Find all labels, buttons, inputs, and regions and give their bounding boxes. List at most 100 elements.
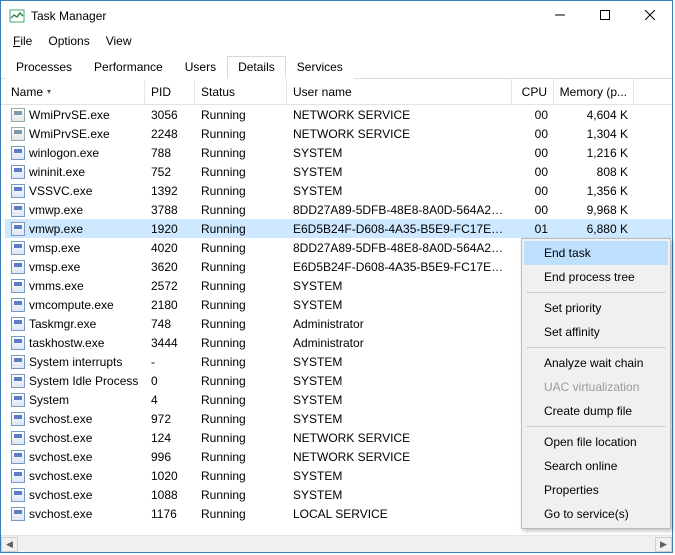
cell-pid: - [145, 355, 195, 369]
menu-file[interactable]: File [5, 32, 40, 50]
ctx-open-file-location[interactable]: Open file location [524, 430, 668, 454]
cell-memory: 1,216 K [554, 146, 634, 160]
tab-services[interactable]: Services [286, 56, 354, 79]
process-icon [11, 241, 25, 255]
ctx-end-task[interactable]: End task [524, 241, 668, 265]
process-name-label: svchost.exe [29, 450, 92, 464]
ctx-search-online[interactable]: Search online [524, 454, 668, 478]
cell-user: SYSTEM [287, 165, 512, 179]
cell-user: SYSTEM [287, 374, 512, 388]
cell-user: SYSTEM [287, 412, 512, 426]
ctx-set-affinity[interactable]: Set affinity [524, 320, 668, 344]
cell-pid: 1088 [145, 488, 195, 502]
tab-performance[interactable]: Performance [83, 56, 174, 79]
task-manager-window: Task Manager File Options View Processes… [0, 0, 673, 553]
table-row[interactable]: vmwp.exe1920RunningE6D5B24F-D608-4A35-B5… [5, 219, 672, 238]
process-icon [11, 450, 25, 464]
table-row[interactable]: winlogon.exe788RunningSYSTEM001,216 K [5, 143, 672, 162]
table-row[interactable]: WmiPrvSE.exe3056RunningNETWORK SERVICE00… [5, 105, 672, 124]
process-name-label: svchost.exe [29, 507, 92, 521]
cell-status: Running [195, 374, 287, 388]
cell-name: WmiPrvSE.exe [5, 108, 145, 122]
cell-status: Running [195, 488, 287, 502]
process-name-label: svchost.exe [29, 469, 92, 483]
minimize-button[interactable] [537, 1, 582, 29]
tab-processes[interactable]: Processes [5, 56, 83, 79]
tab-details[interactable]: Details [227, 56, 286, 79]
table-row[interactable]: VSSVC.exe1392RunningSYSTEM001,356 K [5, 181, 672, 200]
cell-status: Running [195, 165, 287, 179]
cell-cpu: 00 [512, 165, 554, 179]
cell-status: Running [195, 412, 287, 426]
process-name-label: Taskmgr.exe [29, 317, 96, 331]
cell-pid: 3620 [145, 260, 195, 274]
cell-name: WmiPrvSE.exe [5, 127, 145, 141]
col-header-pid[interactable]: PID [145, 79, 195, 104]
process-icon [11, 507, 25, 521]
col-header-user[interactable]: User name [287, 79, 512, 104]
ctx-separator [526, 292, 666, 293]
process-name-label: System Idle Process [29, 374, 138, 388]
process-icon [11, 165, 25, 179]
cell-user: E6D5B24F-D608-4A35-B5E9-FC17E60C0... [287, 222, 512, 236]
close-button[interactable] [627, 1, 672, 29]
cell-status: Running [195, 127, 287, 141]
process-name-label: wininit.exe [29, 165, 85, 179]
tab-users[interactable]: Users [174, 56, 227, 79]
col-header-name-label: Name [11, 85, 43, 99]
ctx-create-dump-file[interactable]: Create dump file [524, 399, 668, 423]
col-header-name[interactable]: Name ▾ [5, 79, 145, 104]
col-header-status[interactable]: Status [195, 79, 287, 104]
process-icon [11, 146, 25, 160]
cell-user: SYSTEM [287, 355, 512, 369]
cell-user: 8DD27A89-5DFB-48E8-8A0D-564A27B3... [287, 203, 512, 217]
table-row[interactable]: WmiPrvSE.exe2248RunningNETWORK SERVICE00… [5, 124, 672, 143]
cell-status: Running [195, 336, 287, 350]
cell-pid: 996 [145, 450, 195, 464]
maximize-button[interactable] [582, 1, 627, 29]
col-header-memory[interactable]: Memory (p... [554, 79, 634, 104]
cell-status: Running [195, 222, 287, 236]
cell-pid: 2248 [145, 127, 195, 141]
process-icon [11, 108, 25, 122]
cell-cpu: 00 [512, 184, 554, 198]
ctx-go-to-services[interactable]: Go to service(s) [524, 502, 668, 526]
process-name-label: VSSVC.exe [29, 184, 92, 198]
cell-pid: 972 [145, 412, 195, 426]
process-icon [11, 431, 25, 445]
col-header-cpu[interactable]: CPU [512, 79, 554, 104]
process-name-label: vmsp.exe [29, 260, 80, 274]
cell-name: wininit.exe [5, 165, 145, 179]
table-row[interactable]: wininit.exe752RunningSYSTEM00808 K [5, 162, 672, 181]
cell-status: Running [195, 260, 287, 274]
window-title: Task Manager [31, 9, 537, 23]
scroll-left-icon[interactable]: ◀ [1, 537, 18, 552]
cell-name: winlogon.exe [5, 146, 145, 160]
scroll-right-icon[interactable]: ▶ [655, 537, 672, 552]
cell-pid: 2180 [145, 298, 195, 312]
ctx-analyze-wait-chain[interactable]: Analyze wait chain [524, 351, 668, 375]
menu-view[interactable]: View [98, 32, 140, 50]
menu-options[interactable]: Options [40, 32, 97, 50]
ctx-separator [526, 426, 666, 427]
process-icon [11, 374, 25, 388]
horizontal-scrollbar[interactable]: ◀ ▶ [1, 535, 672, 552]
cell-pid: 788 [145, 146, 195, 160]
process-name-label: vmcompute.exe [29, 298, 114, 312]
cell-pid: 3788 [145, 203, 195, 217]
cell-pid: 3444 [145, 336, 195, 350]
cell-status: Running [195, 146, 287, 160]
ctx-end-process-tree[interactable]: End process tree [524, 265, 668, 289]
process-icon [11, 260, 25, 274]
ctx-set-priority[interactable]: Set priority [524, 296, 668, 320]
process-icon [11, 488, 25, 502]
ctx-properties[interactable]: Properties [524, 478, 668, 502]
process-name-label: vmms.exe [29, 279, 84, 293]
cell-name: vmwp.exe [5, 203, 145, 217]
process-icon [11, 412, 25, 426]
process-name-label: WmiPrvSE.exe [29, 127, 110, 141]
process-icon [11, 298, 25, 312]
process-icon [11, 127, 25, 141]
table-row[interactable]: vmwp.exe3788Running8DD27A89-5DFB-48E8-8A… [5, 200, 672, 219]
process-name-label: WmiPrvSE.exe [29, 108, 110, 122]
